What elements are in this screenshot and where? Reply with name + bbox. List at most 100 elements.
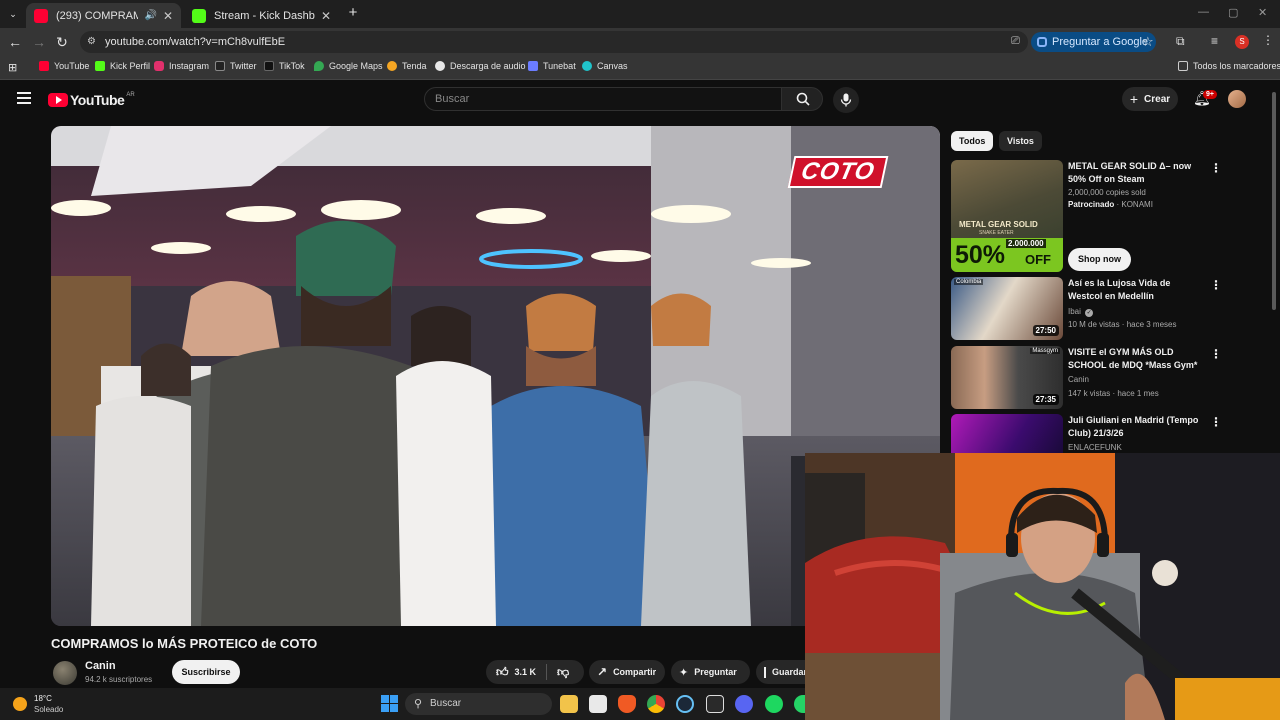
channel-name[interactable]: Canin [1068,375,1089,384]
forward-icon[interactable]: → [30,33,48,51]
channel-name[interactable]: Ibai [1068,307,1081,316]
voice-search-button[interactable] [833,87,859,113]
dislike-button[interactable]: 👎︎ [547,665,569,680]
site-info-icon[interactable]: ⚙ [87,36,96,47]
video-title[interactable]: Así es la Lujosa Vida de Westcol en Mede… [1068,277,1203,303]
channel-avatar[interactable] [53,661,77,685]
video-meta: 147 k vistas · hace 1 mes [1068,389,1159,398]
bookmark-tiktok[interactable]: TikTok [264,61,305,71]
new-tab-button[interactable]: + [344,4,362,22]
ad-thumbnail[interactable]: METAL GEAR SOLID SNAKE EATER 50% OFF 2.0… [951,160,1063,272]
close-window-icon[interactable]: ✕ [1258,6,1267,19]
search-placeholder: Buscar [435,93,470,105]
thumbs-up-icon: 👍︎ [496,664,509,679]
reload-icon[interactable]: ↻ [53,33,71,51]
extensions-icon[interactable]: ⧉ [1176,34,1185,49]
close-tab-icon[interactable]: ✕ [321,9,331,23]
chrome-icon[interactable] [647,695,665,713]
bookmark-label: YouTube [54,61,90,71]
weather-sun-icon[interactable] [13,697,27,711]
duration-badge: 27:35 [1032,394,1059,405]
bookmark-label: Tunebat [543,61,576,71]
windows-start-icon[interactable] [381,695,398,712]
region-code: AR [126,92,135,98]
bookmark-label: TikTok [279,61,305,71]
create-button[interactable]: + Crear [1122,87,1178,111]
chip-vistos[interactable]: Vistos [999,131,1042,151]
bookmark-star-icon[interactable]: ☆ [1142,34,1154,50]
video-thumbnail[interactable]: Massgym 27:35 [951,346,1063,409]
more-options-icon[interactable]: ⋮ [1210,347,1222,361]
bookmark-youtube[interactable]: YouTube [39,61,89,71]
epic-games-icon[interactable] [706,695,724,713]
bookmark-twitter[interactable]: Twitter [215,61,257,71]
video-title[interactable]: Juli Giuliani en Madrid (Tempo Club) 21/… [1068,414,1203,440]
file-explorer-icon[interactable] [560,695,578,713]
tab-search-icon[interactable]: ⌄ [4,5,22,23]
ask-google-button[interactable]: Preguntar a Google [1031,32,1157,52]
maximize-icon[interactable]: ▢ [1228,6,1238,19]
discount-off: OFF [1025,252,1051,267]
search-button[interactable] [781,87,823,111]
more-options-icon[interactable]: ⋮ [1210,415,1222,429]
profile-avatar[interactable]: S [1235,35,1249,49]
media-control-icon[interactable]: ≡ [1211,34,1218,48]
brave-browser-icon[interactable] [618,695,636,713]
microsoft-store-icon[interactable] [589,695,607,713]
bookmark-google-maps[interactable]: Google Maps [314,61,383,71]
hamburger-menu-icon[interactable] [17,92,31,104]
close-tab-icon[interactable]: ✕ [163,9,173,23]
tunebat-icon [528,61,538,71]
tab-youtube[interactable]: (293) COMPRAMOS lo MÁS PROTEICO de COTO … [26,3,181,28]
more-options-icon[interactable]: ⋮ [1210,161,1222,175]
whatsapp-icon[interactable] [794,695,805,713]
kick-favicon-icon [192,8,206,23]
more-options-icon[interactable]: ⋮ [1210,278,1222,292]
youtube-logo-text: YouTube [70,92,125,108]
video-title[interactable]: VISITE el GYM MÁS OLD SCHOOL de MDQ *Mas… [1068,346,1203,372]
taskbar-search-input[interactable]: ⚲ Buscar [405,693,552,715]
channel-name[interactable]: ENLACEFUNK [1068,443,1122,452]
shop-now-button[interactable]: Shop now [1068,248,1131,271]
kick-icon [95,61,105,71]
bookmark-label: Tenda [402,61,427,71]
ad-title[interactable]: METAL GEAR SOLID Δ– now 50% Off on Steam [1068,160,1203,186]
weather-temp[interactable]: 18°C [34,694,52,703]
bookmark-instagram[interactable]: Instagram [154,61,209,71]
save-button[interactable]: Guardar [756,660,805,684]
all-bookmarks-folder[interactable]: Todos los marcadores [1178,61,1280,71]
search-input[interactable]: Buscar [424,87,782,111]
spotify-icon[interactable] [765,695,783,713]
channel-name[interactable]: Canin [85,660,116,672]
page-scrollbar[interactable] [1272,92,1276,310]
video-thumbnail[interactable] [951,414,1063,453]
bookmark-tenda[interactable]: Tenda [387,61,427,71]
menu-kebab-icon[interactable]: ⋮ [1262,33,1274,47]
bookmark-canvas[interactable]: Canvas [582,61,628,71]
subscribe-button[interactable]: Suscribirse [172,660,240,684]
discord-icon[interactable] [735,695,753,713]
steam-icon[interactable] [676,695,694,713]
share-button[interactable]: ↗ Compartir [589,660,665,684]
audio-icon[interactable]: 🔊 [144,10,156,21]
tab-kick-dashboard[interactable]: Stream - Kick Dashboard ✕ [184,3,339,28]
youtube-logo[interactable]: YouTube AR [48,92,135,108]
search-icon [796,92,810,106]
chip-todos[interactable]: Todos [951,131,994,151]
user-avatar[interactable] [1228,90,1246,108]
url-text[interactable]: youtube.com/watch?v=mCh8vulfEbE [105,36,285,48]
webcam-feed [805,453,1280,720]
back-icon[interactable]: ← [6,33,24,51]
bookmark-descarga-audio[interactable]: Descarga de audio [435,61,526,71]
ask-button[interactable]: ✦ Preguntar [671,660,750,684]
channel-line: Ibai ✓ [1068,307,1094,317]
bookmark-kick-perfil[interactable]: Kick Perfil [95,61,150,71]
cast-icon[interactable]: ⎚ [1011,35,1020,48]
video-thumbnail[interactable]: Colombia 27:50 [951,277,1063,340]
ask-label: Preguntar [694,667,737,677]
bookmark-tunebat[interactable]: Tunebat [528,61,576,71]
like-button[interactable]: 👍︎ 3.1 K [486,665,546,680]
minimize-icon[interactable]: — [1198,6,1209,18]
apps-grid-icon[interactable]: ⊞ [8,61,17,74]
instagram-icon [154,61,164,71]
